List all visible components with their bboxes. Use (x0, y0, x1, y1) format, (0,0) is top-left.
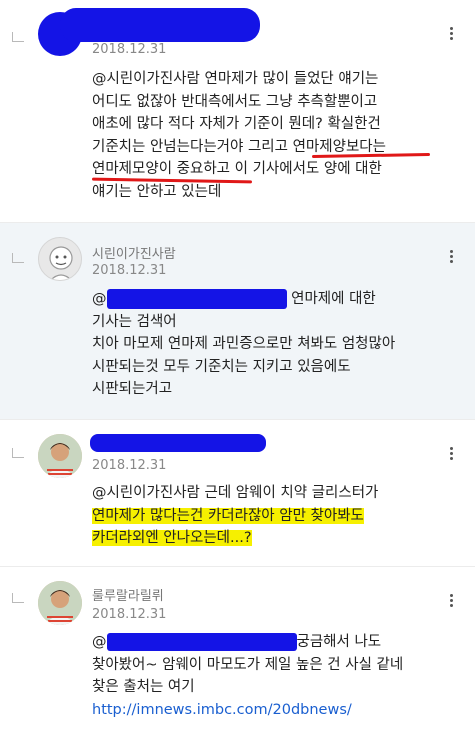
comment-date: 2018.12.31 (92, 607, 167, 622)
more-options-button[interactable] (441, 245, 461, 267)
comment-line: 시판되는것 모두 기준치는 지키고 있음에도 (92, 358, 351, 375)
comment-3: 2018.12.31 @시린이가진사람 근데 암웨이 치약 글리스터가 연마제가… (0, 420, 475, 566)
comment-line: 카더라외엔 안나오는데...? (92, 527, 462, 550)
author-redacted (60, 8, 260, 42)
comment-line: 얘기는 안하고 있는데 (92, 183, 222, 200)
mention-tail: 궁금해서 나도 (296, 634, 382, 650)
author-redacted (90, 434, 266, 452)
redacted-mention (106, 289, 287, 309)
comment-author[interactable]: 시린이가진사람 (92, 243, 176, 262)
more-options-button[interactable] (441, 589, 461, 611)
reply-indent-icon (12, 593, 24, 603)
comment-line: 어디도 없잖아 반대측에서도 그냥 추측할뿐이고 (92, 93, 378, 110)
comment-body: @시린이가진사람 근데 암웨이 치약 글리스터가 연마제가 많다는건 카더라잖아… (92, 482, 462, 550)
comment-line: 애초에 많다 적다 자체가 기준이 뭔데? 확실한건 (92, 116, 381, 132)
avatar (38, 237, 82, 281)
comment-line: @ 연마제에 대한 (92, 289, 376, 309)
comment-body: @ 궁금해서 나도 찾아봤어~ 암웨이 마모도가 제일 높은 건 사실 같네 찾은… (92, 631, 462, 721)
comment-line: @시린이가진사람 연마제가 많이 들었단 얘기는 (92, 71, 379, 87)
comment-author[interactable]: 룰루랄라릴뤼 (92, 585, 164, 604)
more-options-button[interactable] (441, 442, 461, 464)
comment-line: @시린이가진사람 근데 암웨이 치약 글리스터가 (92, 485, 379, 501)
comment-line: 기사는 검색어 (92, 313, 177, 330)
comment-body: @ 연마제에 대한 기사는 검색어 치아 마모제 연마제 과민증으로만 쳐봐도 … (92, 288, 462, 401)
reply-indent-icon (12, 32, 24, 42)
comment-4: 룰루랄라릴뤼 2018.12.31 @ 궁금해서 나도 찾아봤어~ 암웨이 마모도… (0, 567, 475, 730)
comment-line: 찾은 출처는 여기 (92, 679, 195, 695)
source-link[interactable]: http://imnews.imbc.com/20dbnews/ (92, 699, 462, 722)
comment-line: 시판되는거고 (92, 381, 173, 397)
comment-date: 2018.12.31 (92, 42, 167, 57)
highlighted-text: 연마제가 많다는건 카더라잖아 암만 찾아봐도 (92, 507, 364, 524)
avatar (38, 581, 82, 625)
comment-body: @시린이가진사람 연마제가 많이 들었단 얘기는 어디도 없잖아 반대측에서도 … (92, 68, 462, 203)
comment-2: 시린이가진사람 2018.12.31 @ 연마제에 대한 기사는 검색어 치아 … (0, 223, 475, 419)
comment-1: 2018.12.31 @시린이가진사람 연마제가 많이 들었단 얘기는 어디도 … (0, 0, 475, 222)
comment-line: 연마제모양이 중요하고 이 기사에서도 양에 대한 (92, 161, 382, 177)
highlighted-text: 카더라외엔 안나오는데...? (92, 530, 252, 546)
reply-indent-icon (12, 253, 24, 263)
comment-date: 2018.12.31 (92, 263, 167, 278)
comment-line: 치아 마모제 연마제 과민증으로만 쳐봐도 엄청많아 (92, 336, 396, 352)
redacted-mention (106, 633, 297, 651)
comment-date: 2018.12.31 (92, 458, 167, 473)
comment-line: 연마제가 많다는건 카더라잖아 암만 찾아봐도 (92, 505, 462, 528)
mention-tail: 연마제에 대한 (291, 291, 376, 307)
more-options-button[interactable] (441, 22, 461, 44)
comment-line: @ 궁금해서 나도 (92, 633, 382, 651)
reply-indent-icon (12, 448, 24, 458)
avatar (38, 434, 82, 478)
comment-line: 찾아봤어~ 암웨이 마모도가 제일 높은 건 사실 같네 (92, 656, 404, 673)
